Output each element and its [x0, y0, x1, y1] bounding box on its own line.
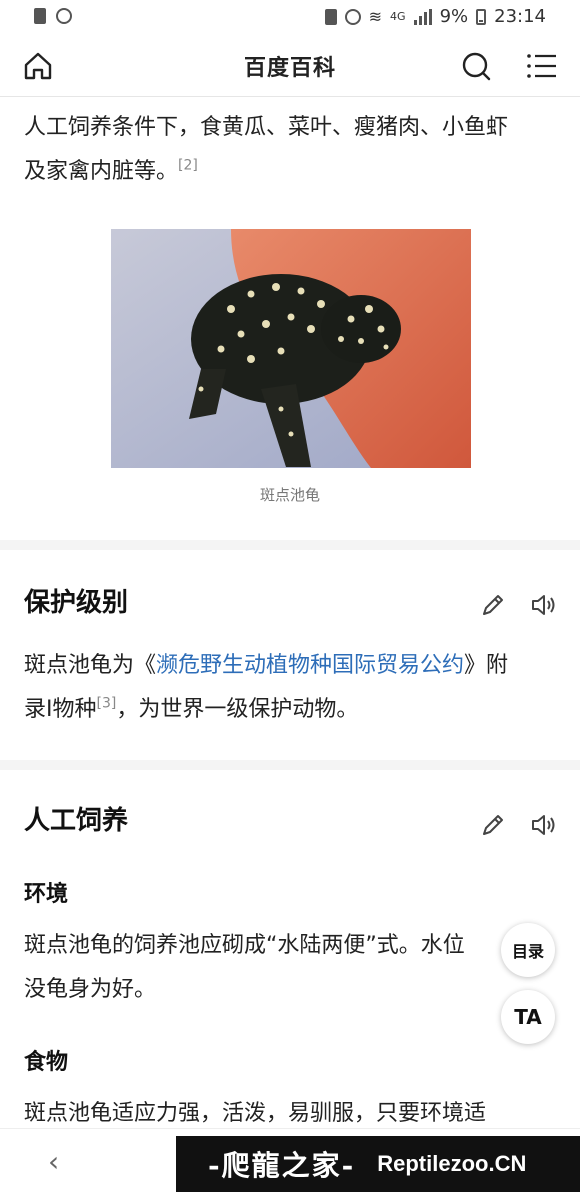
- protection-text-2: 》附: [464, 653, 509, 678]
- notification-icon: [34, 8, 46, 24]
- toc-button[interactable]: 目录: [501, 923, 555, 977]
- intro-line-1: 人工饲养条件下，食黄瓜、菜叶、瘦猪肉、小鱼虾: [24, 115, 509, 140]
- environment-line-2: 没龟身为好。: [24, 977, 157, 1002]
- speaker-icon[interactable]: [530, 592, 558, 618]
- wifi-icon: ≋: [368, 7, 383, 26]
- subsection-title-environment: 环境: [24, 882, 69, 907]
- menu-icon[interactable]: [526, 52, 558, 80]
- status-bar: ≋ 4G 9% 23:14: [0, 0, 580, 34]
- cites-link[interactable]: 濒危野生动植物种国际贸易公约: [156, 653, 464, 678]
- section-title-protection: 保护级别: [24, 588, 129, 618]
- battery-icon: [476, 8, 487, 25]
- environment-line-1: 斑点池龟的饲养池应砌成“水陆两便”式。水位: [24, 933, 465, 958]
- watermark-en: Reptilezoo.CN: [377, 1151, 527, 1176]
- app-header: 百度百科: [0, 34, 580, 97]
- sim-icon: [324, 8, 337, 25]
- network-type: 4G: [390, 10, 406, 23]
- environment-paragraph: 斑点池龟的饲养池应砌成“水陆两便”式。水位 没龟身为好。: [24, 924, 504, 1012]
- section-title-breeding: 人工饲养: [24, 806, 129, 836]
- alarm-icon-right: [344, 8, 361, 25]
- protection-text-4: ，为世界一级保护动物。: [116, 697, 359, 722]
- search-icon[interactable]: [460, 50, 492, 82]
- protection-paragraph: 斑点池龟为《濒危野生动植物种国际贸易公约》附 录I物种[3]，为世界一级保护动物…: [24, 644, 564, 732]
- section-divider: [0, 540, 580, 550]
- reference-3[interactable]: [3]: [97, 696, 117, 712]
- signal-icon: [413, 8, 432, 25]
- page-title: 百度百科: [243, 56, 336, 81]
- speaker-icon-2[interactable]: [530, 812, 558, 838]
- clock: 23:14: [494, 6, 546, 27]
- protection-text-1: 斑点池龟为《: [24, 653, 157, 678]
- edit-icon-2[interactable]: [480, 812, 506, 838]
- section-divider-2: [0, 760, 580, 770]
- alarm-icon: [56, 8, 72, 24]
- reference-2[interactable]: [2]: [178, 158, 198, 174]
- back-arrow-icon[interactable]: ‹: [48, 1145, 59, 1178]
- edit-icon[interactable]: [480, 592, 506, 618]
- image-caption: 斑点池龟: [259, 486, 320, 504]
- protection-text-3: 录I物种: [24, 697, 97, 722]
- intro-paragraph: 人工饲养条件下，食黄瓜、菜叶、瘦猪肉、小鱼虾 及家禽内脏等。[2]: [24, 106, 564, 194]
- battery-percent: 9%: [439, 6, 469, 27]
- watermark: -爬龍之家- Reptilezoo.CN: [176, 1136, 580, 1192]
- turtle-photo[interactable]: [111, 229, 471, 468]
- subsection-title-food: 食物: [24, 1050, 69, 1075]
- intro-line-2: 及家禽内脏等。: [24, 159, 179, 184]
- watermark-cn: -爬龍之家-: [208, 1149, 356, 1182]
- ta-button[interactable]: TA: [501, 990, 555, 1044]
